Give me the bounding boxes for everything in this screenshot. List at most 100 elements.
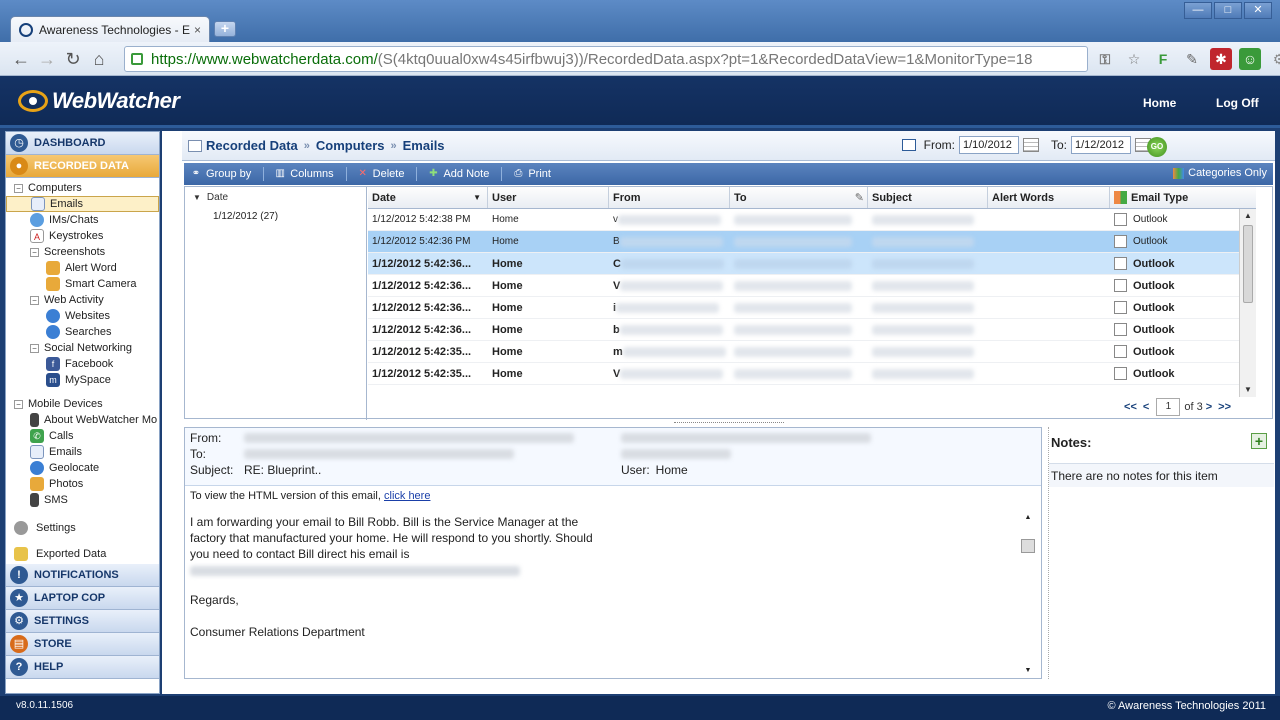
gear-icon[interactable]: ⚙	[1268, 48, 1280, 70]
logoff-link[interactable]: Log Off	[1216, 96, 1259, 110]
category-checkbox[interactable]	[1114, 323, 1127, 336]
nav-laptop-cop[interactable]: ★ LAPTOP COP	[6, 587, 159, 610]
from-calendar-picker-icon[interactable]	[1022, 138, 1039, 152]
tree-facebook[interactable]: f Facebook	[6, 356, 159, 372]
back-arrow-icon[interactable]: ←	[8, 47, 34, 71]
next-page-button[interactable]: >	[1206, 401, 1212, 413]
columns-button[interactable]: ▥ Columns	[274, 168, 334, 180]
close-window-button[interactable]: ✕	[1244, 2, 1272, 19]
browser-tab[interactable]: Awareness Technologies - E ×	[10, 16, 210, 42]
click-here-link[interactable]: click here	[384, 490, 430, 502]
table-row[interactable]: 1/12/2012 5:42:36... Home b Outlook	[368, 319, 1256, 341]
table-row[interactable]: 1/12/2012 5:42:36... Home C Outlook	[368, 253, 1256, 275]
tree-mobile-emails[interactable]: Emails	[6, 444, 159, 460]
category-checkbox[interactable]	[1114, 367, 1127, 380]
table-row[interactable]: 1/12/2012 5:42:36... Home V Outlook	[368, 275, 1256, 297]
column-header-user[interactable]: User	[488, 187, 609, 208]
reload-icon[interactable]: ↻	[60, 47, 86, 71]
tree-about-webwatcher[interactable]: About WebWatcher Mo	[6, 412, 159, 428]
category-checkbox[interactable]	[1114, 213, 1127, 226]
category-checkbox[interactable]	[1114, 279, 1127, 292]
robot-extension-icon[interactable]: ☺	[1239, 48, 1261, 70]
tree-websites[interactable]: Websites	[6, 308, 159, 324]
pen-extension-icon[interactable]: ✎	[1181, 48, 1203, 70]
nav-dashboard[interactable]: ◷ DASHBOARD	[6, 132, 159, 155]
table-row[interactable]: 1/12/2012 5:42:36... Home i Outlook	[368, 297, 1256, 319]
tree-myspace[interactable]: m MySpace	[6, 372, 159, 388]
home-icon[interactable]: ⌂	[86, 47, 112, 71]
ff-extension-icon[interactable]: F	[1152, 48, 1174, 70]
column-header-date[interactable]: Date ▼	[368, 187, 488, 208]
star-icon[interactable]: ☆	[1123, 48, 1145, 70]
tree-photos[interactable]: Photos	[6, 476, 159, 492]
tree-computers[interactable]: − Computers	[6, 180, 159, 196]
tree-calls[interactable]: ✆ Calls	[6, 428, 159, 444]
nav-store[interactable]: ▤ STORE	[6, 633, 159, 656]
scrollbar-thumb[interactable]	[1021, 539, 1035, 553]
tree-sms[interactable]: SMS	[6, 492, 159, 508]
tree-exported-data[interactable]: Exported Data	[6, 544, 159, 564]
collapse-icon[interactable]: −	[14, 399, 23, 409]
table-row[interactable]: 1/12/2012 5:42:36 PM Home B Outlook	[368, 231, 1256, 253]
collapse-icon[interactable]: −	[30, 295, 39, 305]
add-note-icon[interactable]: +	[1251, 433, 1267, 449]
column-header-alert-words[interactable]: Alert Words	[988, 187, 1110, 208]
tree-ims-chats[interactable]: IMs/Chats	[6, 212, 159, 228]
tree-alert-word[interactable]: Alert Word	[6, 260, 159, 276]
minimize-button[interactable]: —	[1184, 2, 1212, 19]
tab-close-icon[interactable]: ×	[194, 23, 201, 37]
from-date-input[interactable]: 1/10/2012	[958, 136, 1019, 154]
scroll-up-icon[interactable]: ▲	[1021, 514, 1035, 521]
scrollbar-thumb[interactable]	[1243, 225, 1253, 303]
collapse-icon[interactable]: −	[30, 343, 39, 353]
table-row[interactable]: 1/12/2012 5:42:38 PM Home v Outlook	[368, 209, 1256, 231]
category-checkbox[interactable]	[1114, 257, 1127, 270]
add-note-button[interactable]: ✚ Add Note	[427, 168, 489, 180]
collapse-icon[interactable]: −	[30, 247, 39, 257]
tree-screenshots[interactable]: − Screenshots	[6, 244, 159, 260]
table-row[interactable]: 1/12/2012 5:42:35... Home m Outlook	[368, 341, 1256, 363]
group-header[interactable]: ▼ Date	[185, 187, 366, 207]
nav-settings[interactable]: ⚙ SETTINGS	[6, 610, 159, 633]
breadcrumb-computers[interactable]: Computers	[316, 138, 385, 153]
table-vertical-scrollbar[interactable]: ▲ ▼	[1239, 209, 1256, 397]
prev-page-button[interactable]: <	[1143, 401, 1149, 413]
expand-triangle-icon[interactable]: ▼	[193, 193, 201, 202]
first-page-button[interactable]: <<	[1124, 401, 1137, 413]
last-page-button[interactable]: >>	[1218, 401, 1231, 413]
asterisk-extension-icon[interactable]: ✱	[1210, 48, 1232, 70]
nav-notifications[interactable]: ! NOTIFICATIONS	[6, 564, 159, 587]
new-tab-button[interactable]: +	[214, 21, 236, 37]
column-header-to[interactable]: To ✎	[730, 187, 868, 208]
delete-button[interactable]: ✕ Delete	[357, 168, 404, 180]
preview-scrollbar[interactable]: ▲ ▼	[1021, 514, 1035, 674]
go-button[interactable]: GO	[1147, 137, 1167, 157]
group-by-button[interactable]: ⚭ Group by	[190, 168, 251, 180]
key-icon[interactable]: ⚿	[1094, 48, 1116, 70]
collapse-icon[interactable]: −	[14, 183, 23, 193]
column-header-email-type[interactable]: Email Type	[1110, 187, 1256, 208]
category-checkbox[interactable]	[1114, 235, 1127, 248]
nav-recorded-data[interactable]: ● RECORDED DATA	[6, 155, 159, 178]
table-row[interactable]: 1/12/2012 5:42:35... Home V Outlook	[368, 363, 1256, 385]
nav-help[interactable]: ? HELP	[6, 656, 159, 679]
column-header-from[interactable]: From	[609, 187, 730, 208]
scroll-down-icon[interactable]: ▼	[1240, 383, 1256, 397]
tree-searches[interactable]: Searches	[6, 324, 159, 340]
print-button[interactable]: ⎙ Print	[512, 168, 551, 180]
category-checkbox[interactable]	[1114, 345, 1127, 358]
tree-mobile-devices[interactable]: − Mobile Devices	[6, 396, 159, 412]
page-number-input[interactable]: 1	[1156, 398, 1181, 416]
forward-arrow-icon[interactable]: →	[34, 47, 60, 71]
tree-settings[interactable]: Settings	[6, 518, 159, 538]
address-bar[interactable]: https://www.webwatcherdata.com/ (S(4ktq0…	[124, 46, 1088, 72]
tree-geolocate[interactable]: Geolocate	[6, 460, 159, 476]
column-header-subject[interactable]: Subject	[868, 187, 988, 208]
maximize-button[interactable]: □	[1214, 2, 1242, 19]
scroll-up-icon[interactable]: ▲	[1240, 209, 1256, 223]
tree-social-networking[interactable]: − Social Networking	[6, 340, 159, 356]
tree-emails[interactable]: Emails	[6, 196, 159, 212]
categories-only-button[interactable]: Categories Only	[1173, 167, 1267, 179]
sidebar-splitter[interactable]	[162, 131, 182, 694]
home-link[interactable]: Home	[1143, 96, 1176, 110]
